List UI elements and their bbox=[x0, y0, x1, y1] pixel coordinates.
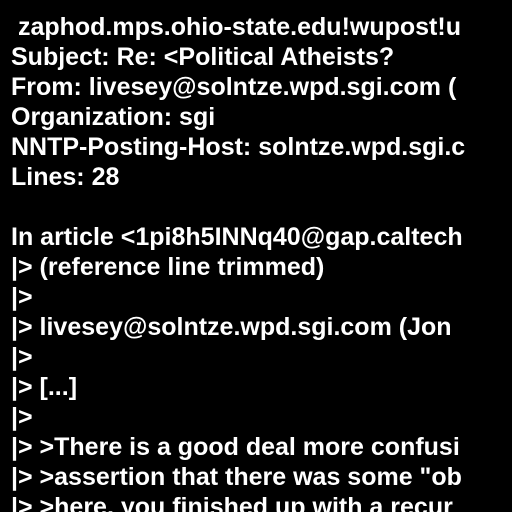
blank-line bbox=[11, 192, 465, 222]
organization-header-line: Organization: sgi bbox=[11, 103, 216, 131]
message-body: zaphod.mps.ohio-state.edu!wupost!u Subje… bbox=[11, 12, 465, 512]
subject-header-line: Subject: Re: <Political Atheists? bbox=[11, 43, 395, 71]
nested-quoted-line: |> >here, you finished up with a recur bbox=[11, 493, 453, 512]
quoted-line: |> bbox=[11, 343, 33, 371]
quoted-line: |> bbox=[11, 403, 33, 431]
quoted-line: |> livesey@solntze.wpd.sgi.com (Jon bbox=[11, 313, 452, 341]
attribution-line: In article <1pi8h5INNq40@gap.caltech bbox=[11, 223, 463, 251]
quoted-line: |> (reference line trimmed) bbox=[11, 253, 325, 281]
nested-quoted-line: |> >assertion that there was some "ob bbox=[11, 463, 462, 491]
quoted-line: |> [...] bbox=[11, 373, 78, 401]
lines-count-line: Lines: 28 bbox=[11, 163, 120, 191]
path-header-line: zaphod.mps.ohio-state.edu!wupost!u bbox=[11, 13, 461, 41]
quoted-line: |> bbox=[11, 283, 33, 311]
nested-quoted-line: |> >There is a good deal more confusi bbox=[11, 433, 460, 461]
message-viewer: zaphod.mps.ohio-state.edu!wupost!u Subje… bbox=[0, 0, 512, 512]
from-header-line: From: livesey@solntze.wpd.sgi.com ( bbox=[11, 73, 457, 101]
nntp-posting-host-line: NNTP-Posting-Host: solntze.wpd.sgi.c bbox=[11, 133, 466, 161]
